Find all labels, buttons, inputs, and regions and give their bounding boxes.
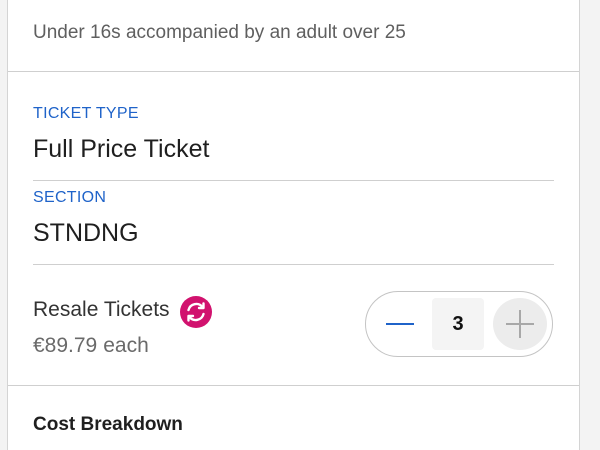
plus-icon[interactable] (493, 298, 547, 350)
resale-icon (179, 296, 212, 328)
quantity-value[interactable]: 3 (432, 298, 484, 350)
page: Under 16s accompanied by an adult over 2… (0, 0, 600, 450)
ticket-type-label: TICKET TYPE (33, 105, 139, 122)
section-label: SECTION (33, 189, 107, 206)
price-amount: €89.79 (33, 334, 98, 357)
ticket-type-underline (33, 180, 554, 181)
age-restriction-notice: Under 16s accompanied by an adult over 2… (33, 22, 406, 43)
ticket-type-value[interactable]: Full Price Ticket (33, 135, 209, 164)
minus-icon[interactable] (382, 306, 418, 342)
divider (8, 385, 579, 386)
quantity-stepper: 3 (365, 291, 553, 357)
resale-tickets-heading: Resale Tickets (33, 292, 212, 328)
divider (8, 71, 579, 72)
section-value[interactable]: STNDNG (33, 219, 139, 248)
ticket-panel: Under 16s accompanied by an adult over 2… (7, 0, 580, 450)
cost-breakdown-heading: Cost Breakdown (33, 414, 183, 435)
section-underline (33, 264, 554, 265)
resale-price: €89.79 each (33, 334, 149, 358)
resale-tickets-label: Resale Tickets (33, 298, 170, 321)
price-unit: each (103, 334, 149, 357)
